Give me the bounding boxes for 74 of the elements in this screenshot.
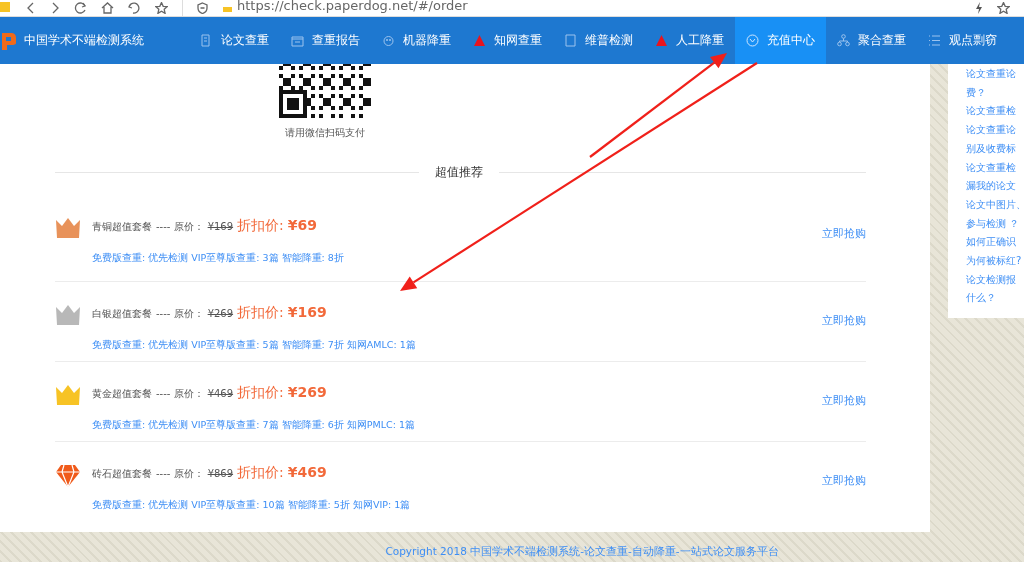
star-icon (155, 2, 168, 14)
original-price-label: ---- 原价： (156, 387, 204, 401)
discount-label: 折扣价: (237, 304, 284, 322)
original-price-label: ---- 原价： (156, 307, 204, 321)
discount-price: ¥269 (287, 384, 327, 400)
qr-caption: 请用微信扫码支付 (285, 126, 365, 140)
article-link[interactable]: 漏我的论文 (966, 177, 1024, 196)
article-link[interactable]: 为何被标红? (966, 252, 1024, 271)
package-features: 免费版查重: 优先检测 VIP至尊版查重: 5篇 智能降重: 7折 知网AMLC: 1篇 (92, 339, 416, 352)
package-name: 白银超值套餐 (92, 307, 152, 321)
discount-price: ¥69 (287, 217, 318, 233)
package-features: 免费版查重: 优先检测 VIP至尊版查重: 3篇 智能降重: 8折 (92, 252, 344, 265)
site-title[interactable]: 中国学术不端检测系统 (24, 32, 144, 49)
package-name: 砖石超值套餐 (92, 467, 152, 481)
nav-tab[interactable]: 机器降重 (371, 17, 462, 64)
section-heading: 超值推荐 (434, 164, 484, 181)
address-bar-url[interactable]: https://check.paperdog.net/#/order (237, 0, 468, 13)
crown-icon (55, 217, 81, 239)
discount-price: ¥469 (287, 464, 327, 480)
package-name: 黄金超值套餐 (92, 387, 152, 401)
robot-icon (382, 34, 395, 47)
copyright-text: Copyright 2018 中国学术不端检测系统-论文查重-自动降重-一站式论文服务平台 (385, 545, 779, 557)
nav-tab[interactable]: 知网查重 (462, 17, 553, 64)
original-price-label: ---- 原价： (156, 467, 204, 481)
nav-tab[interactable]: 充值中心 (735, 17, 826, 64)
article-link[interactable]: 费？ (966, 83, 1024, 103)
discount-label: 折扣价: (237, 464, 284, 482)
star-icon (997, 2, 1010, 14)
original-price: ¥269 (207, 308, 234, 319)
nav-tab[interactable]: 查重报告 (280, 17, 371, 64)
forward-icon (50, 2, 60, 14)
original-price: ¥469 (207, 388, 234, 399)
diamond-icon (55, 464, 81, 488)
nav-tab[interactable]: 维普检测 (553, 17, 644, 64)
original-price: ¥169 (207, 221, 234, 232)
package-features: 免费版查重: 优先检测 VIP至尊版查重: 10篇 智能降重: 5折 知网VIP: 1篇 (92, 499, 411, 512)
nav-tab[interactable]: 聚合查重 (826, 17, 917, 64)
discount-label: 折扣价: (237, 384, 284, 402)
undo-icon (128, 2, 141, 14)
crown-icon (55, 304, 81, 326)
nav-tab[interactable]: 人工降重 (644, 17, 735, 64)
discount-price: ¥169 (287, 304, 327, 320)
buy-now-link[interactable]: 立即抢购 (822, 474, 866, 488)
article-link[interactable]: 论文查重检 (966, 158, 1024, 178)
article-link[interactable]: 什么？ (966, 289, 1024, 309)
buy-now-link[interactable]: 立即抢购 (822, 227, 866, 241)
nav-tab[interactable]: 论文查重 (189, 17, 280, 64)
buy-now-link[interactable]: 立即抢购 (822, 314, 866, 328)
article-link[interactable]: 参与检测 ？ (966, 214, 1024, 234)
original-price-label: ---- 原价： (156, 220, 204, 234)
original-price: ¥869 (207, 468, 234, 479)
package-name: 青铜超值套餐 (92, 220, 152, 234)
buy-now-link[interactable]: 立即抢购 (822, 394, 866, 408)
article-link[interactable]: 别及收费标 (966, 139, 1024, 159)
home-icon (101, 2, 114, 14)
discount-label: 折扣价: (237, 217, 284, 235)
document-icon (200, 34, 213, 47)
article-link[interactable]: 论文查重论 (966, 121, 1024, 140)
list-icon (928, 34, 941, 47)
nav-tab[interactable]: 观点剽窃 (917, 17, 1008, 64)
crown-icon (55, 384, 81, 406)
lightning-icon (975, 2, 983, 14)
article-link[interactable]: 如何正确识 (966, 233, 1024, 253)
article-link[interactable]: 论文查重检 (966, 102, 1024, 122)
back-icon (26, 2, 36, 14)
refresh-icon (74, 2, 87, 14)
hierarchy-icon (837, 34, 850, 47)
article-link[interactable]: 论文查重论 (966, 65, 1024, 84)
article-link[interactable]: 论文中图片、 (966, 195, 1024, 215)
calendar-icon (291, 34, 304, 47)
article-link[interactable]: 论文检测报 (966, 270, 1024, 290)
shield-icon (197, 2, 208, 14)
page-icon (564, 34, 577, 47)
package-features: 免费版查重: 优先检测 VIP至尊版查重: 7篇 智能降重: 6折 知网PMLC: 1篇 (92, 419, 415, 432)
